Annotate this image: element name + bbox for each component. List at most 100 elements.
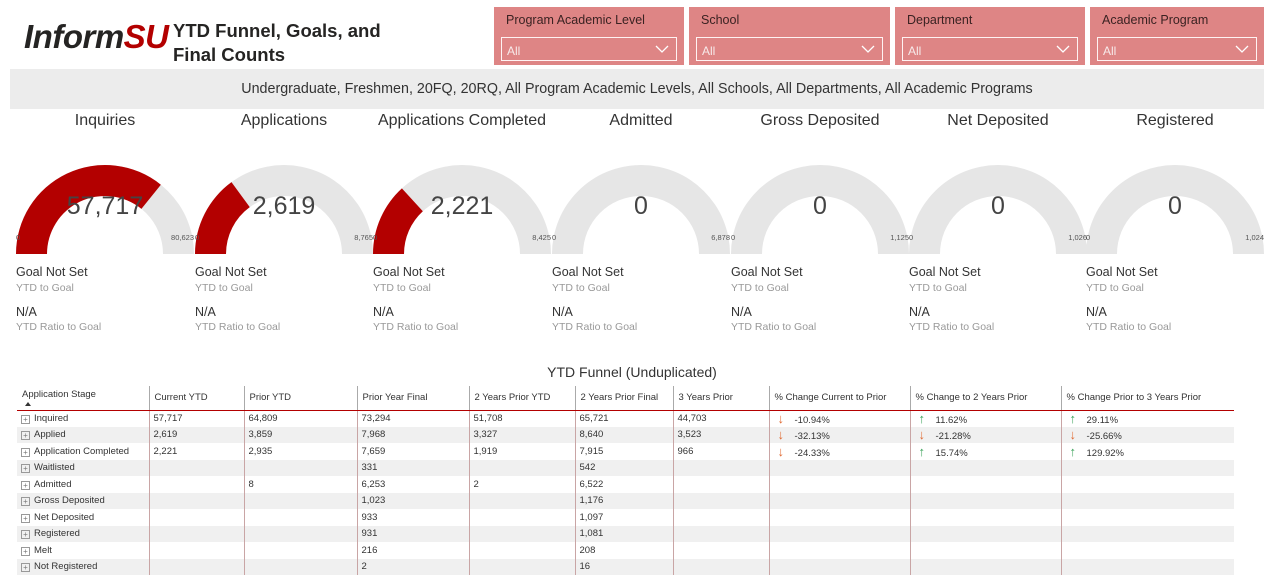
gauge-value: 0 <box>634 192 648 220</box>
ratio-label: YTD Ratio to Goal <box>195 321 281 333</box>
arrow-down-icon: ↓ <box>1069 427 1077 443</box>
stage-label: Applied <box>34 429 66 441</box>
gauge-gross-deposited[interactable]: Gross Deposited 0 0 1,125 Goal Not Set Y… <box>731 112 909 342</box>
column-header-change-to-2-years-prior[interactable]: % Change to 2 Years Prior <box>910 386 1062 411</box>
table-body: + Inquired 57,717 64,809 73,294 51,708 65,721 4… <box>17 410 1234 575</box>
arrow-up-icon: ↑ <box>1069 411 1077 426</box>
gauge-value: 57,717 <box>66 192 144 220</box>
column-header-current-ytd[interactable]: Current YTD <box>149 386 245 411</box>
gauge-max: 6,878 <box>711 233 730 242</box>
table-cell <box>149 558 245 575</box>
ratio-label: YTD Ratio to Goal <box>1086 321 1172 333</box>
gauge-admitted[interactable]: Admitted 0 0 6,878 Goal Not Set YTD to G… <box>552 112 730 342</box>
filter-value: All <box>1103 44 1117 58</box>
stage-label: Net Deposited <box>34 511 95 523</box>
column-header-3-years-prior[interactable]: 3 Years Prior <box>673 386 770 411</box>
table-row: + Application Completed 2,221 2,935 7,659 1,9… <box>17 443 1234 460</box>
filter-program-academic-level[interactable]: Program Academic Level All <box>494 7 684 65</box>
expand-icon[interactable]: + <box>21 480 30 490</box>
table-cell: 16 <box>575 558 674 575</box>
filter-school[interactable]: School All <box>689 7 890 65</box>
ratio-label: YTD Ratio to Goal <box>373 321 459 333</box>
table-cell <box>673 558 770 575</box>
gauge-value: 0 <box>991 192 1005 220</box>
stage-label: Not Registered <box>34 561 98 573</box>
expand-icon[interactable]: + <box>21 513 30 523</box>
filter-dropdown[interactable]: All <box>501 37 677 61</box>
gauge-applications[interactable]: Applications 2,619 0 8,765 Goal Not Set … <box>195 112 373 342</box>
percent-change-cell <box>1061 558 1234 575</box>
percent-change-cell <box>769 492 911 509</box>
ratio-value: N/A <box>909 305 930 319</box>
filter-dropdown[interactable]: All <box>696 37 883 61</box>
gauge-title: Registered <box>1136 112 1214 129</box>
arrow-down-icon: ↓ <box>777 427 785 443</box>
column-header-label: 2 Years Prior YTD <box>474 392 551 404</box>
percent-change-cell <box>1061 476 1234 493</box>
gauge-title: Applications Completed <box>377 112 547 129</box>
column-header-prior-year-final[interactable]: Prior Year Final <box>357 386 470 411</box>
table-header-row: Application Stage Current YTD Prior YTD Pri… <box>17 386 1234 411</box>
column-header-prior-ytd[interactable]: Prior YTD <box>244 386 358 411</box>
table-cell: 2 <box>357 558 470 575</box>
filter-academic-program[interactable]: Academic Program All <box>1090 7 1264 65</box>
table-cell: 1,023 <box>357 492 470 509</box>
gauge-max: 1,024 <box>1245 233 1264 242</box>
gauge-min: 0 <box>373 233 378 242</box>
percent-change-cell <box>910 492 1062 509</box>
stage-label: Registered <box>34 528 80 540</box>
expand-icon[interactable]: + <box>21 546 30 556</box>
percent-change-cell <box>769 525 911 542</box>
chevron-down-icon <box>861 45 875 53</box>
ratio-value: N/A <box>16 305 37 319</box>
funnel-table: Application Stage Current YTD Prior YTD Pri… <box>17 386 1234 575</box>
column-header-change-prior-to-3-years-prior[interactable]: % Change Prior to 3 Years Prior <box>1061 386 1234 411</box>
table-cell: 65,721 <box>575 410 674 427</box>
percent-change-cell: ↑ 129.92% <box>1061 443 1234 460</box>
filter-context-banner: Undergraduate, Freshmen, 20FQ, 20RQ, All… <box>10 69 1264 109</box>
percent-change-value: -25.66% <box>1086 431 1122 443</box>
table-cell <box>469 525 576 542</box>
percent-change-cell <box>910 525 1062 542</box>
goal-label: YTD to Goal <box>373 282 431 294</box>
table-cell: 1,919 <box>469 443 576 460</box>
filter-dropdown[interactable]: All <box>902 37 1078 61</box>
column-header-application-stage[interactable]: Application Stage <box>17 386 150 411</box>
expand-icon[interactable]: + <box>21 415 30 424</box>
percent-change-cell <box>1061 459 1234 476</box>
column-header-label: 2 Years Prior Final <box>580 392 659 404</box>
table-cell: 208 <box>575 542 674 559</box>
table-cell <box>469 542 576 559</box>
gauge-applications-completed[interactable]: Applications Completed 2,221 0 8,425 Goa… <box>373 112 551 342</box>
table-cell: 931 <box>357 525 470 542</box>
gauge-net-deposited[interactable]: Net Deposited 0 0 1,026 Goal Not Set YTD… <box>909 112 1087 342</box>
table-cell: 933 <box>357 509 470 526</box>
table-cell: 51,708 <box>469 410 576 427</box>
expand-icon[interactable]: + <box>21 563 30 573</box>
percent-change-cell <box>910 542 1062 559</box>
expand-icon[interactable]: + <box>21 431 30 441</box>
column-header-change-current-to-prior[interactable]: % Change Current to Prior <box>769 386 911 411</box>
gauge-inquiries[interactable]: Inquiries 57,717 0 80,623 Goal Not Set Y… <box>16 112 194 342</box>
expand-icon[interactable]: + <box>21 530 30 540</box>
stage-cell: + Gross Deposited <box>17 492 150 509</box>
percent-change-value: -32.13% <box>794 431 830 443</box>
gauge-registered[interactable]: Registered 0 0 1,024 Goal Not Set YTD to… <box>1086 112 1264 342</box>
table-cell: 44,703 <box>673 410 770 427</box>
table-row: + Net Deposited 933 1,097 <box>17 509 1234 526</box>
goal-status: Goal Not Set <box>731 265 803 279</box>
table-cell <box>673 542 770 559</box>
column-header-2-years-prior-final[interactable]: 2 Years Prior Final <box>575 386 674 411</box>
stage-cell: + Melt <box>17 542 150 559</box>
filter-dropdown[interactable]: All <box>1097 37 1257 61</box>
column-header-2-years-prior-ytd[interactable]: 2 Years Prior YTD <box>469 386 576 411</box>
expand-icon[interactable]: + <box>21 447 30 457</box>
table-row: + Gross Deposited 1,023 1,176 <box>17 492 1234 509</box>
gauge-value: 2,221 <box>430 192 494 220</box>
expand-icon[interactable]: + <box>21 464 30 474</box>
filter-value: All <box>908 44 922 58</box>
expand-icon[interactable]: + <box>21 497 30 507</box>
goal-label: YTD to Goal <box>195 282 253 294</box>
table-cell: 6,522 <box>575 476 674 493</box>
filter-department[interactable]: Department All <box>895 7 1085 65</box>
